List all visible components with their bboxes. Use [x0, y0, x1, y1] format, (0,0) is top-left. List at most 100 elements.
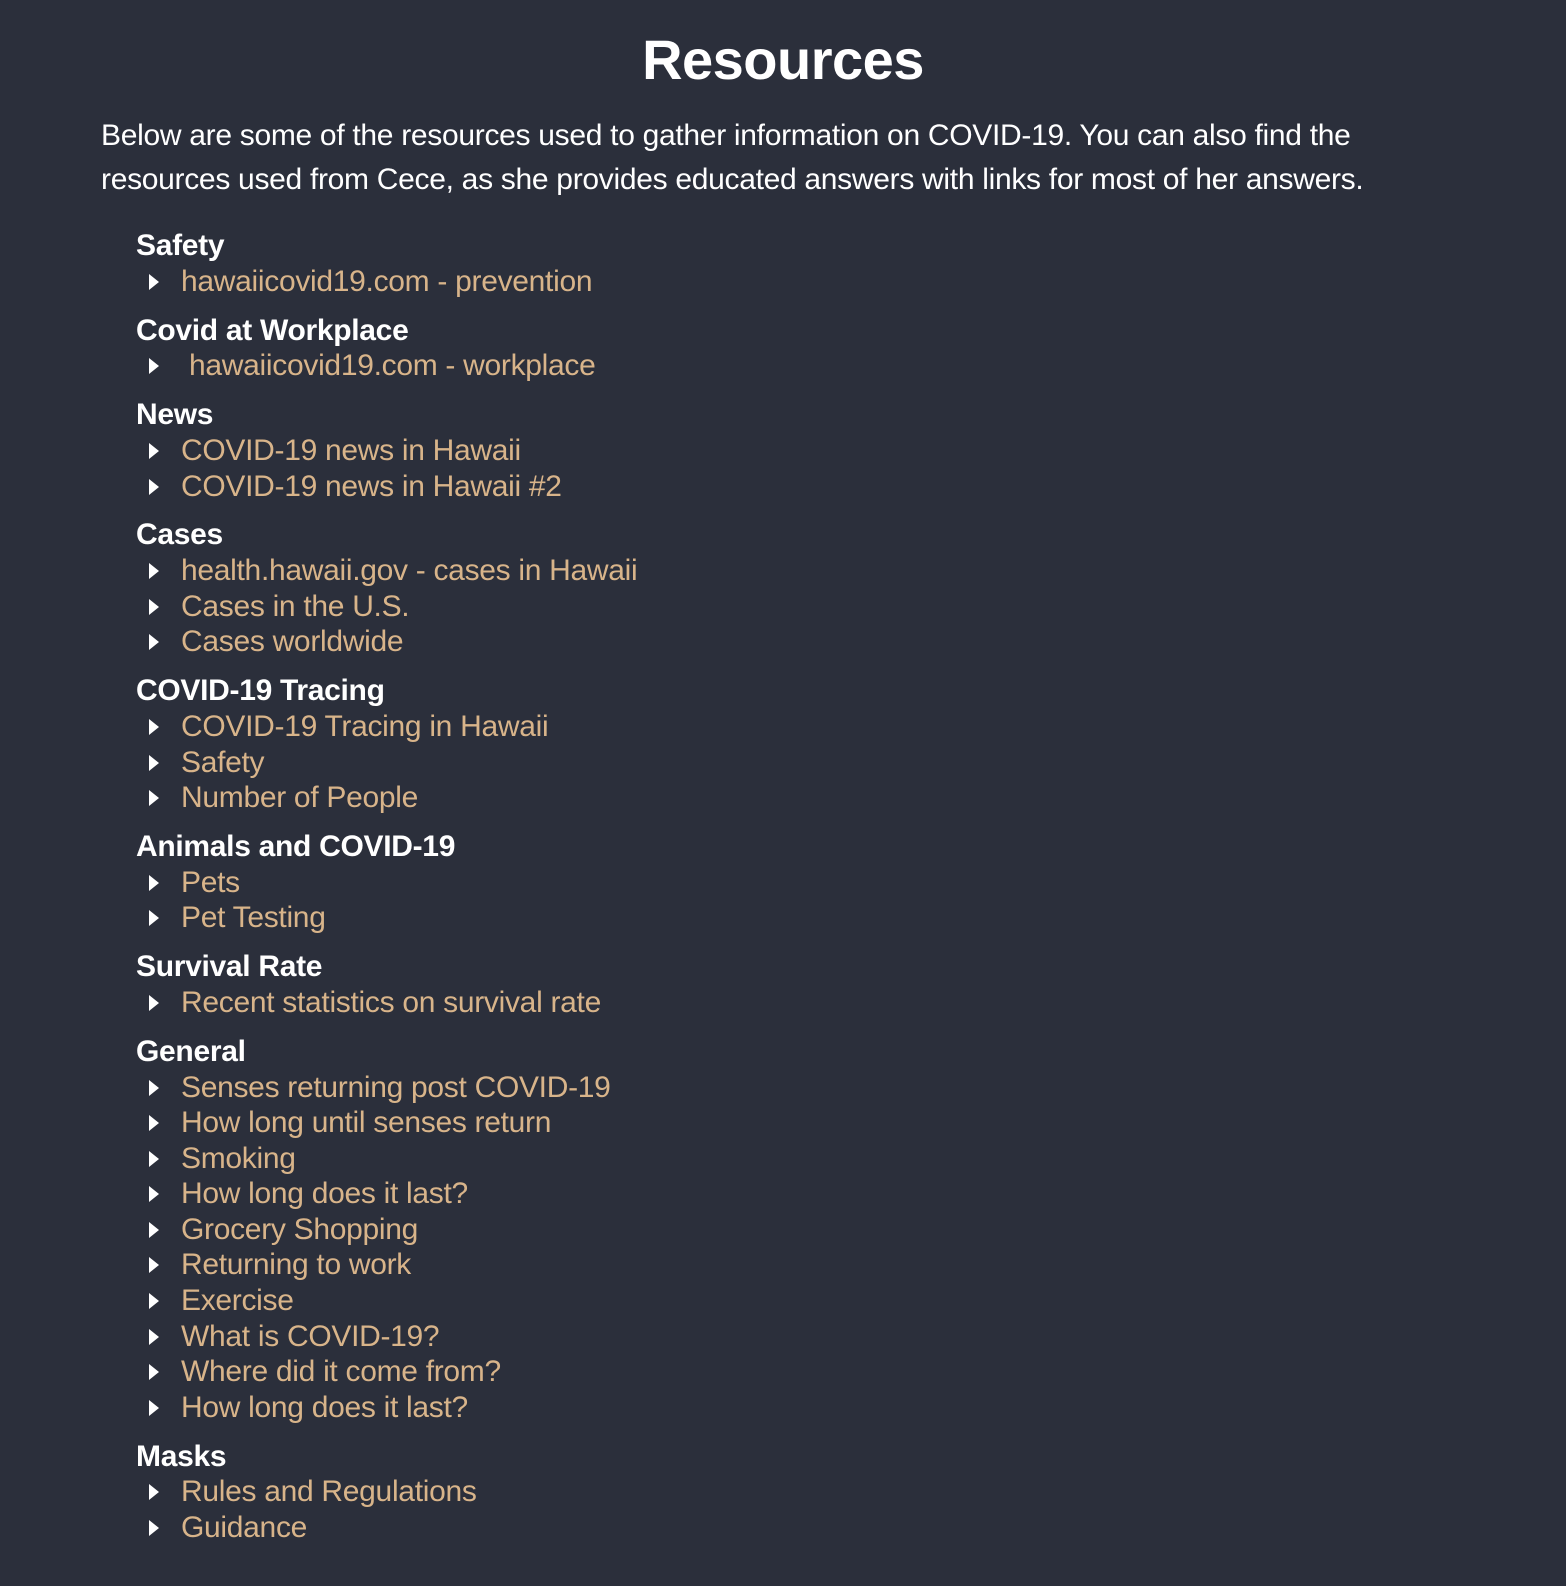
resource-link[interactable]: hawaiicovid19.com - prevention — [181, 265, 593, 299]
caret-right-icon — [149, 478, 159, 495]
resource-link[interactable]: How long until senses return — [181, 1106, 551, 1140]
list-item: health.hawaii.gov - cases in Hawaii — [136, 553, 1566, 589]
caret-right-icon — [149, 563, 159, 580]
resource-link[interactable]: Where did it come from? — [181, 1355, 501, 1389]
section-covid-at-workplace: Covid at Workplace hawaiicovid19.com - w… — [136, 313, 1566, 385]
intro-text: Below are some of the resources used to … — [101, 119, 1364, 196]
list-item: COVID-19 Tracing in Hawaii — [136, 709, 1566, 745]
list-item: Returning to work — [136, 1248, 1566, 1284]
resource-link[interactable]: Rules and Regulations — [181, 1475, 477, 1509]
list-item: Rules and Regulations — [136, 1475, 1566, 1511]
resource-link[interactable]: Cases in the U.S. — [181, 590, 410, 624]
caret-right-icon — [149, 790, 159, 807]
resource-link[interactable]: Cases worldwide — [181, 625, 404, 659]
link-list: Recent statistics on survival rate — [136, 985, 1566, 1021]
list-item: hawaiicovid19.com - workplace — [136, 349, 1566, 385]
caret-right-icon — [149, 910, 159, 927]
list-item: COVID-19 news in Hawaii #2 — [136, 469, 1566, 505]
link-list: COVID-19 Tracing in Hawaii Safety Number o… — [136, 709, 1566, 816]
section-title: Survival Rate — [136, 950, 323, 984]
resource-link[interactable]: Pet Testing — [181, 901, 326, 935]
section-cases: Cases health.hawaii.gov - cases in Hawaii… — [136, 517, 1566, 660]
resource-link[interactable]: How long does it last? — [181, 1391, 468, 1425]
caret-right-icon — [149, 1364, 159, 1381]
resource-link[interactable]: COVID-19 Tracing in Hawaii — [181, 710, 549, 744]
caret-right-icon — [149, 1520, 159, 1537]
caret-right-icon — [149, 1115, 159, 1132]
resource-link[interactable]: Recent statistics on survival rate — [181, 986, 601, 1020]
caret-right-icon — [149, 358, 159, 375]
caret-right-icon — [149, 1328, 159, 1345]
caret-right-icon — [149, 1079, 159, 1096]
caret-right-icon — [149, 273, 159, 290]
resource-link[interactable]: health.hawaii.gov - cases in Hawaii — [181, 554, 638, 588]
caret-right-icon — [149, 634, 159, 651]
caret-right-icon — [149, 1186, 159, 1203]
section-title: Safety — [136, 229, 225, 262]
resource-link[interactable]: Number of People — [181, 781, 418, 815]
page-title: Resources — [642, 28, 924, 91]
link-list: hawaiicovid19.com - prevention — [136, 264, 1566, 300]
list-item: Senses returning post COVID-19 — [136, 1070, 1566, 1106]
resource-link[interactable]: Returning to work — [181, 1248, 411, 1282]
section-title: Cases — [136, 518, 223, 552]
resource-link[interactable]: How long does it last? — [181, 1177, 468, 1211]
list-item: Pet Testing — [136, 901, 1566, 937]
resource-sections: Safety hawaiicovid19.com - prevention Covi… — [136, 228, 1566, 1546]
caret-right-icon — [149, 442, 159, 459]
caret-right-icon — [149, 874, 159, 891]
resource-link[interactable]: Grocery Shopping — [181, 1213, 418, 1247]
list-item: How long does it last? — [136, 1390, 1566, 1426]
caret-right-icon — [149, 1257, 159, 1274]
list-item: Grocery Shopping — [136, 1212, 1566, 1248]
section-title: News — [136, 398, 214, 432]
caret-right-icon — [149, 718, 159, 735]
caret-right-icon — [149, 1293, 159, 1310]
section-title: COVID-19 Tracing — [136, 674, 385, 708]
resources-page: Resources Below are some of the resource… — [0, 0, 1566, 1586]
caret-right-icon — [149, 1221, 159, 1238]
section-safety: Safety hawaiicovid19.com - prevention — [136, 228, 1566, 300]
resource-link[interactable]: COVID-19 news in Hawaii — [181, 434, 521, 468]
resource-link[interactable]: Safety — [181, 746, 265, 780]
list-item: Safety — [136, 745, 1566, 781]
section-survival-rate: Survival Rate Recent statistics on surviv… — [136, 949, 1566, 1021]
section-masks: Masks Rules and Regulations Guidance — [136, 1439, 1566, 1546]
list-item: Guidance — [136, 1510, 1566, 1546]
list-item: Exercise — [136, 1283, 1566, 1319]
section-news: News COVID-19 news in Hawaii COVID-19 news… — [136, 397, 1566, 504]
list-item: Pets — [136, 865, 1566, 901]
resource-link[interactable]: What is COVID-19? — [181, 1320, 440, 1354]
caret-right-icon — [149, 994, 159, 1011]
section-title: Masks — [136, 1439, 227, 1473]
list-item: How long until senses return — [136, 1105, 1566, 1141]
resource-link[interactable]: Pets — [181, 866, 240, 900]
section-title: Covid at Workplace — [136, 313, 409, 347]
list-item: Smoking — [136, 1141, 1566, 1177]
list-item: How long does it last? — [136, 1177, 1566, 1213]
resource-link[interactable]: Senses returning post COVID-19 — [181, 1071, 611, 1105]
section-general: General Senses returning post COVID-19 How… — [136, 1034, 1566, 1426]
list-item: Cases worldwide — [136, 625, 1566, 661]
list-item: Recent statistics on survival rate — [136, 985, 1566, 1021]
resource-link[interactable]: COVID-19 news in Hawaii #2 — [181, 470, 562, 504]
link-list: Pets Pet Testing — [136, 865, 1566, 936]
list-item: hawaiicovid19.com - prevention — [136, 264, 1566, 300]
list-item: COVID-19 news in Hawaii — [136, 433, 1566, 469]
list-item: Where did it come from? — [136, 1354, 1566, 1390]
link-list: COVID-19 news in Hawaii COVID-19 news in … — [136, 433, 1566, 504]
list-item: Cases in the U.S. — [136, 589, 1566, 625]
resource-link[interactable]: Exercise — [181, 1284, 294, 1318]
resource-link[interactable]: hawaiicovid19.com - workplace — [181, 349, 596, 383]
list-item: Number of People — [136, 780, 1566, 816]
link-list: Senses returning post COVID-19 How long u… — [136, 1070, 1566, 1426]
resource-link[interactable]: Guidance — [181, 1511, 307, 1545]
section-title: General — [136, 1034, 246, 1068]
caret-right-icon — [149, 754, 159, 771]
link-list: health.hawaii.gov - cases in Hawaii Cases… — [136, 553, 1566, 660]
caret-right-icon — [149, 598, 159, 615]
caret-right-icon — [149, 1484, 159, 1501]
resource-link[interactable]: Smoking — [181, 1142, 296, 1176]
list-item: What is COVID-19? — [136, 1319, 1566, 1355]
section-covid-19-tracing: COVID-19 Tracing COVID-19 Tracing in Hawa… — [136, 673, 1566, 816]
